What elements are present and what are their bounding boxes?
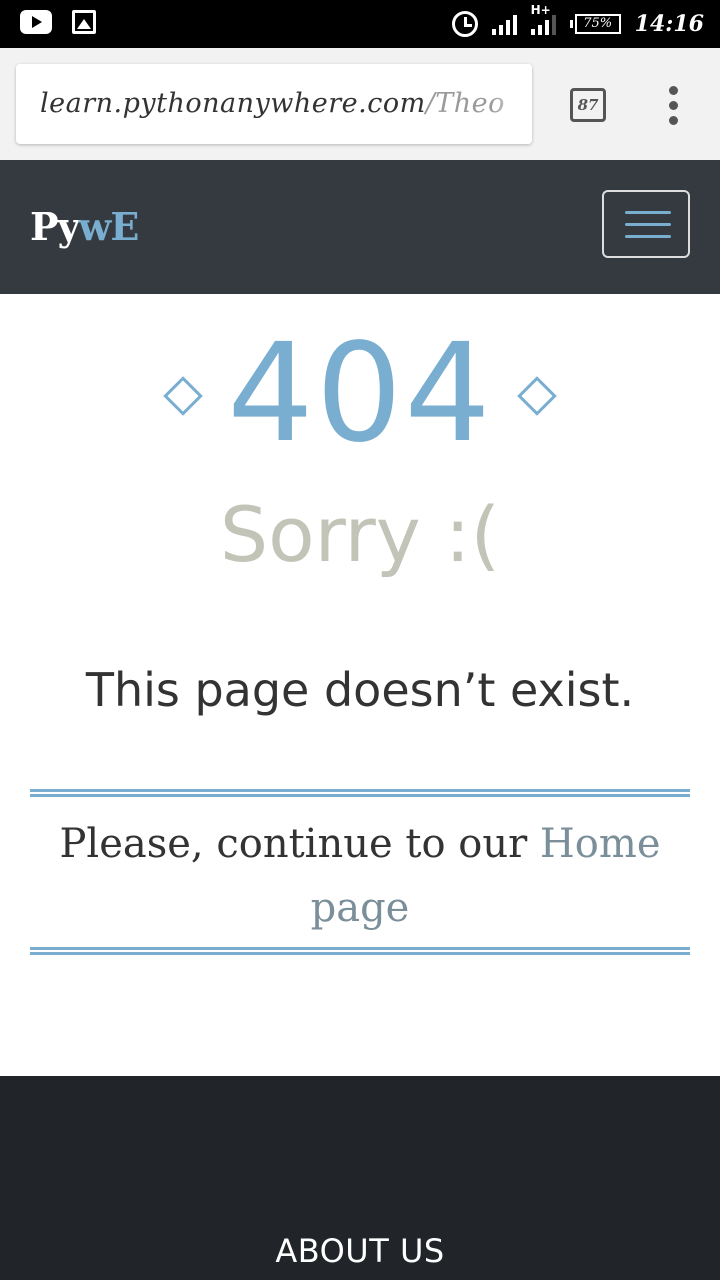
- alarm-icon: [451, 11, 478, 37]
- tab-switcher-button[interactable]: 87: [570, 88, 606, 122]
- error-content: 404 Sorry :( This page doesn’t exist. Pl…: [0, 294, 720, 1076]
- brand-logo[interactable]: PywE: [30, 204, 140, 249]
- continue-prefix: Please, continue to our: [59, 821, 540, 867]
- error-message: This page doesn’t exist.: [85, 663, 635, 717]
- browser-toolbar: learn.pythonanywhere.com/Theo 87: [0, 48, 720, 160]
- error-code: 404: [227, 315, 493, 473]
- continue-text: Please, continue to our Home page: [30, 812, 690, 940]
- signal-icon: [491, 13, 517, 35]
- brand-part1: Py: [30, 204, 80, 249]
- error-title: Sorry :(: [219, 490, 501, 579]
- clock: 14:16: [634, 11, 704, 37]
- site-navbar: PywE: [0, 160, 720, 294]
- battery-icon: 75%: [569, 14, 621, 34]
- address-bar[interactable]: learn.pythonanywhere.com/Theo: [16, 64, 532, 144]
- battery-level: 75%: [574, 14, 621, 34]
- status-bar: H+ 75% 14:16: [0, 0, 720, 48]
- diamond-icon-left: [163, 376, 203, 416]
- url-host: learn.pythonanywhere.com: [40, 88, 426, 119]
- error-code-row: 404: [0, 324, 720, 464]
- footer: ABOUT US: [0, 1076, 720, 1280]
- overflow-menu-icon[interactable]: [664, 86, 684, 126]
- image-icon: [72, 10, 96, 34]
- youtube-icon: [20, 10, 52, 34]
- footer-heading-about: ABOUT US: [275, 1232, 445, 1270]
- hamburger-menu-button[interactable]: [602, 190, 690, 258]
- network-type: H+: [530, 3, 551, 17]
- divider-top: [30, 789, 690, 797]
- diamond-icon-right: [517, 376, 557, 416]
- brand-part2: wE: [78, 204, 140, 249]
- divider-bottom: [30, 947, 690, 955]
